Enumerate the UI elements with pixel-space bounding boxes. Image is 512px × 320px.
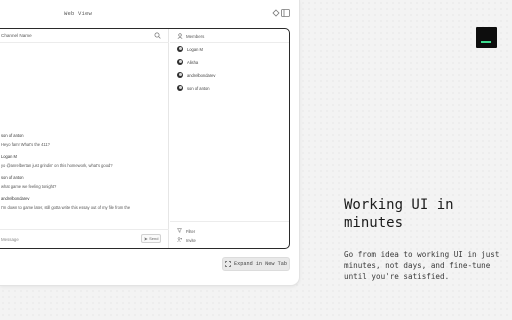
members-header: Members — [170, 29, 289, 43]
message-text: Heyo fam! What's the 411? — [1, 142, 50, 147]
users-icon — [177, 33, 183, 39]
member-item[interactable]: Alisha — [177, 59, 287, 67]
channel-name: Channel Name — [1, 33, 32, 38]
message-author: son of anton — [1, 175, 24, 180]
chat-panel: Channel Name son of anton Heyo fam! What… — [0, 28, 290, 249]
sidebar-toggle-icon[interactable] — [281, 9, 290, 17]
filter-label: Filter — [186, 228, 196, 234]
member-item[interactable]: son of anton — [177, 85, 287, 93]
members-footer: Filter Invite — [170, 221, 289, 248]
diamond-icon[interactable] — [272, 9, 280, 17]
message-text: I'm down to game later, still gotta writ… — [1, 205, 131, 210]
send-button[interactable]: Send — [141, 234, 161, 243]
member-name: Logan M — [187, 47, 203, 52]
expand-icon — [225, 261, 231, 267]
message-author: Logan M — [1, 154, 17, 159]
brand-logo — [476, 27, 497, 48]
message: Logan M yo @anrelbertan just grindin' on… — [1, 154, 165, 168]
member-item[interactable]: Logan M — [177, 46, 287, 54]
chat-main: Channel Name son of anton Heyo fam! What… — [0, 29, 169, 248]
members-label: Members — [186, 33, 205, 39]
invite-button[interactable]: Invite — [177, 237, 237, 244]
avatar — [177, 85, 183, 91]
avatar — [177, 46, 183, 52]
preview-window: Web View Channel Name son of anton Heyo … — [0, 0, 300, 286]
avatar — [177, 59, 183, 65]
hero-subtext: Go from idea to working UI in just minut… — [344, 250, 500, 282]
expand-label: Expand in New Tab — [234, 261, 287, 267]
invite-label: Invite — [186, 237, 196, 243]
message: son of anton Heyo fam! What's the 411? — [1, 133, 165, 147]
member-item[interactable]: andrelbondarev — [177, 72, 287, 80]
message-composer: Message Send — [0, 229, 169, 248]
member-name: Alisha — [187, 60, 199, 65]
send-icon — [143, 236, 148, 241]
message-input[interactable]: Message — [1, 237, 19, 242]
message: andrelbondarev I'm down to game later, s… — [1, 196, 165, 210]
filter-icon — [177, 228, 182, 233]
search-icon[interactable] — [154, 32, 161, 39]
member-name: son of anton — [187, 86, 210, 91]
member-name: andrelbondarev — [187, 73, 216, 78]
message-text: yo @anrelbertan just grindin' on this ho… — [1, 163, 113, 168]
members-pane: Members Logan M Alisha andrelbondarev so… — [170, 29, 289, 248]
window-titlebar: Web View — [0, 0, 300, 26]
message-author: andrelbondarev — [1, 196, 30, 201]
channel-header: Channel Name — [0, 29, 169, 43]
message-text: what game we feeling tonight? — [1, 184, 57, 189]
message-author: son of anton — [1, 133, 24, 138]
message: son of anton what game we feeling tonigh… — [1, 175, 165, 189]
expand-in-new-tab-button[interactable]: Expand in New Tab — [222, 257, 290, 271]
avatar — [177, 72, 183, 78]
hero-headline: Working UI in minutes — [344, 197, 454, 231]
filter-button[interactable]: Filter — [177, 228, 237, 235]
invite-icon — [177, 237, 182, 242]
send-label: Send — [149, 236, 159, 241]
window-title: Web View — [64, 10, 93, 17]
